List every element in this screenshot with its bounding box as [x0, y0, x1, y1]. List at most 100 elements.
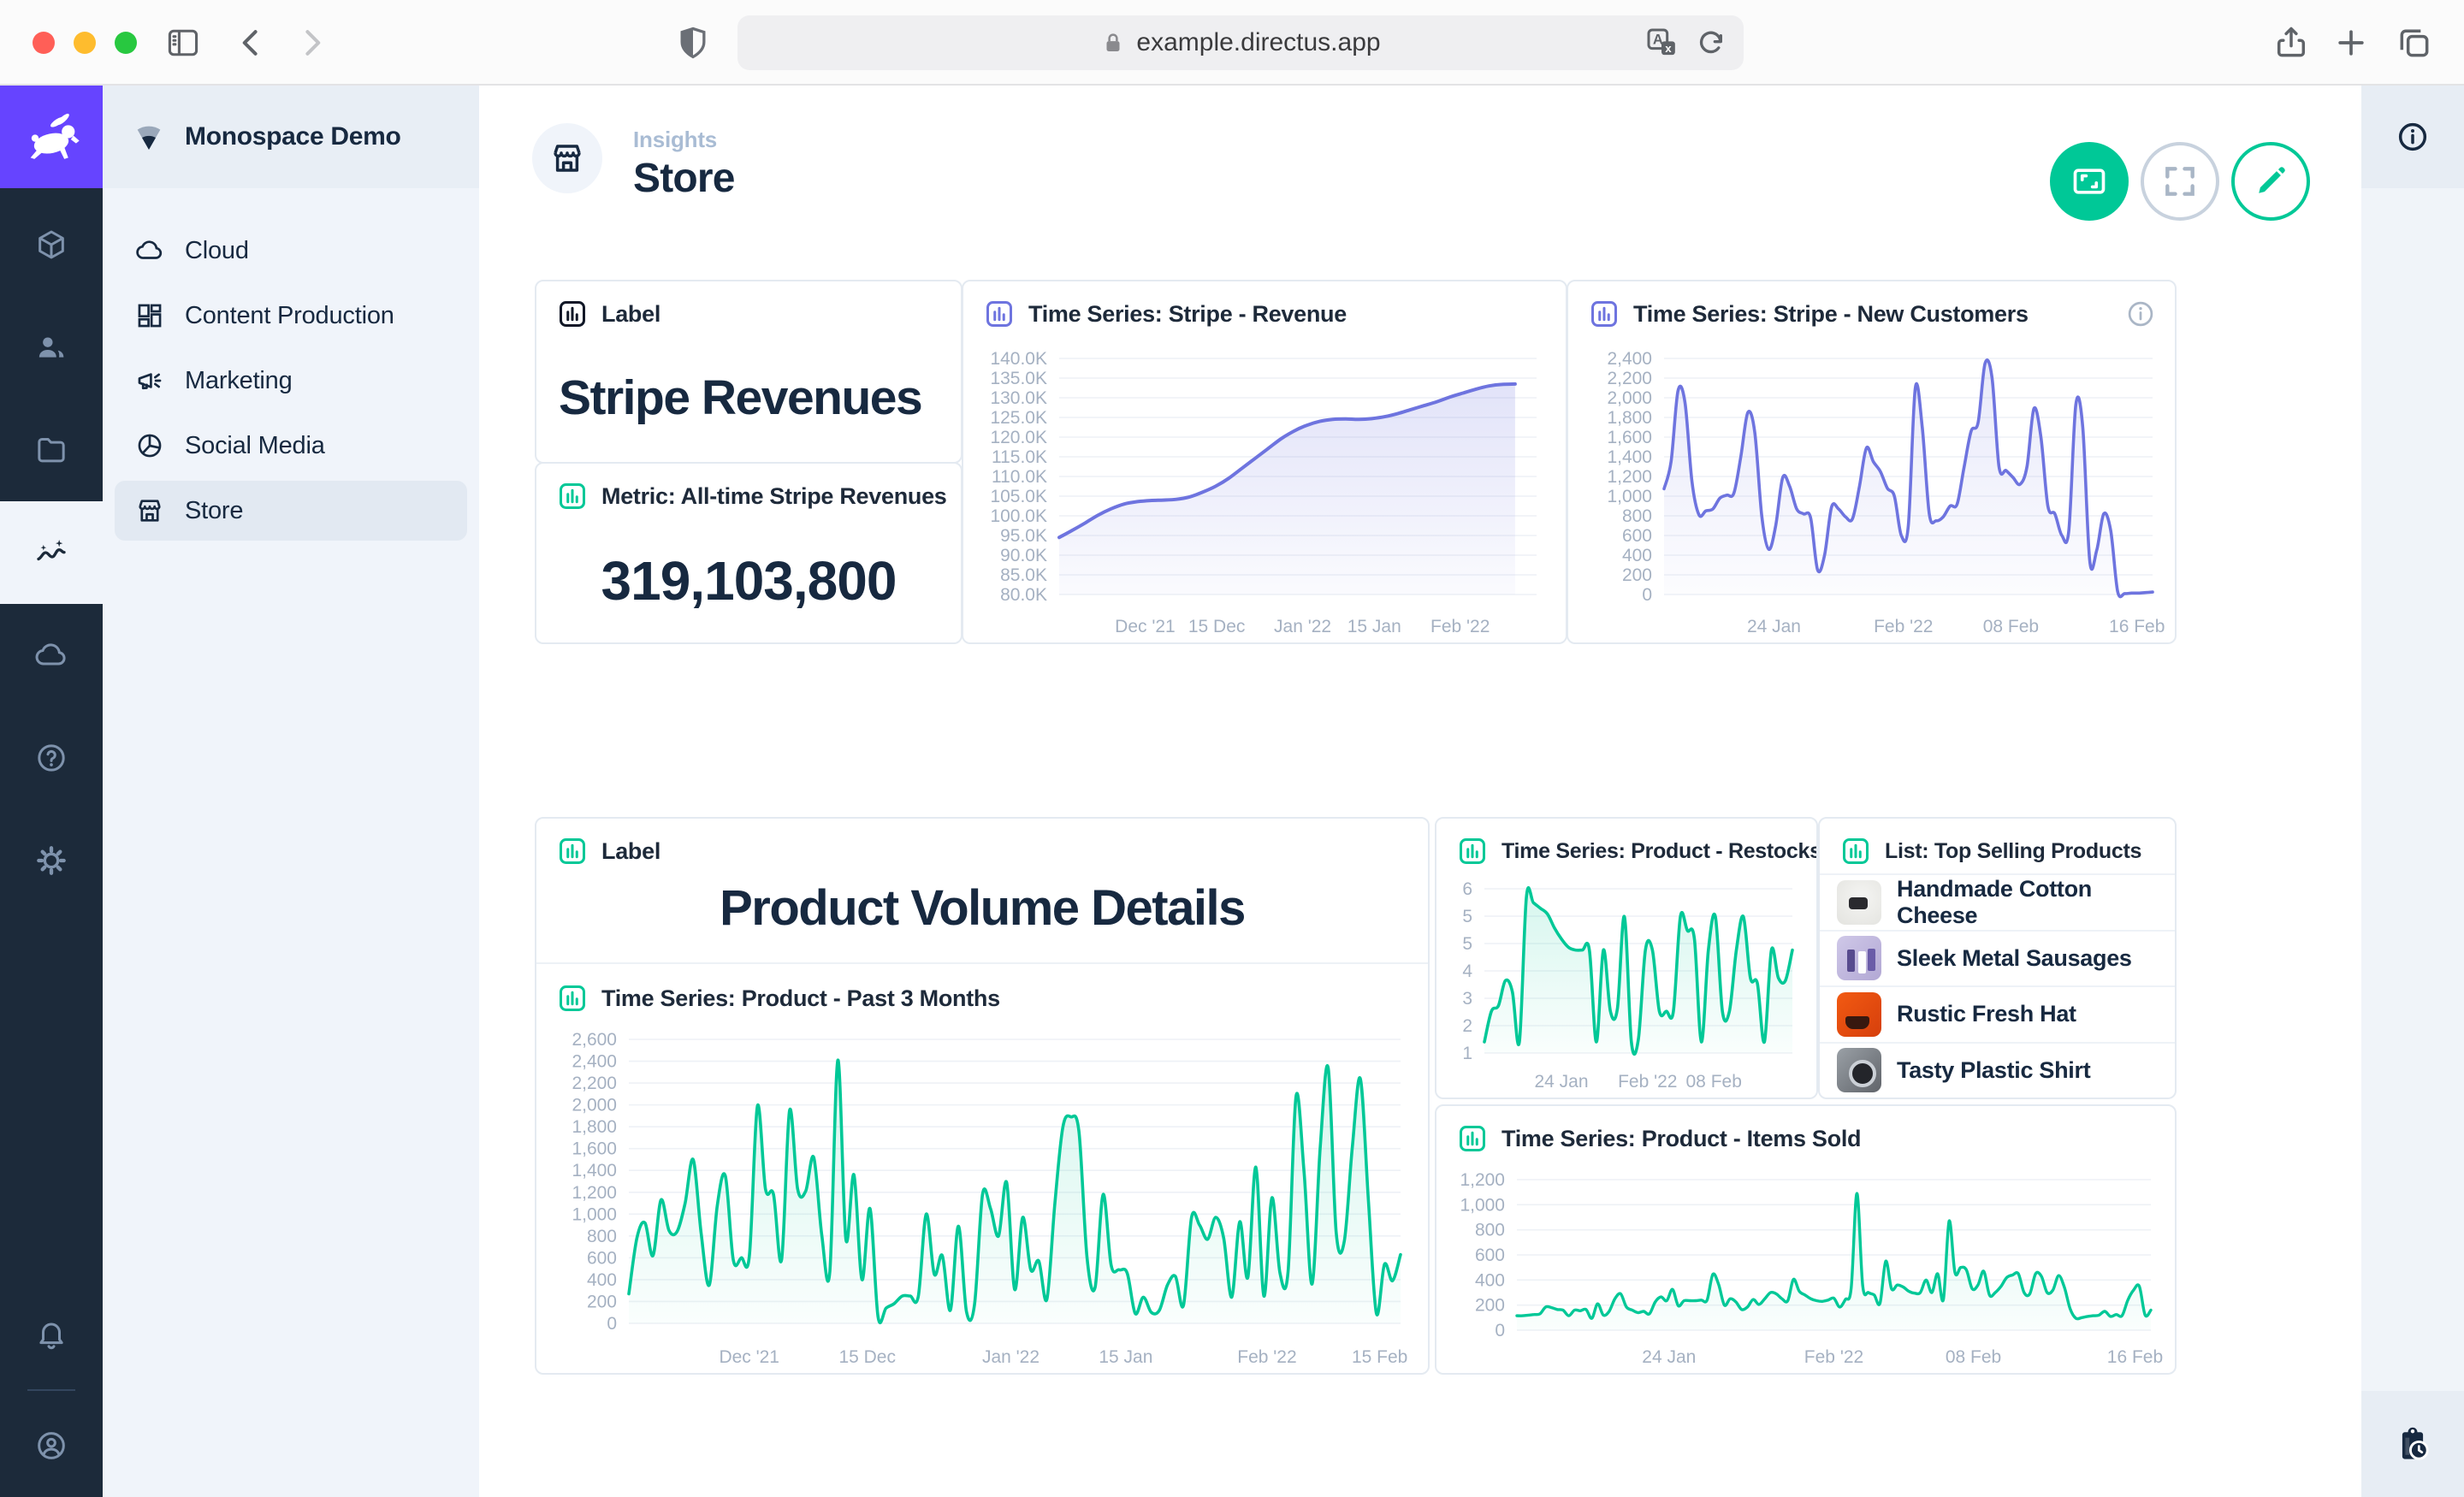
svg-text:80.0K: 80.0K — [1000, 585, 1047, 605]
sidebar-item-content-production[interactable]: Content Production — [115, 286, 467, 346]
module-cloud-icon[interactable] — [0, 604, 103, 707]
share-icon[interactable] — [2272, 24, 2310, 62]
edit-dashboard-button[interactable] — [2231, 142, 2310, 221]
svg-text:2,400: 2,400 — [572, 1052, 617, 1072]
page-title: Store — [633, 155, 735, 202]
window-controls[interactable] — [33, 32, 137, 54]
panel-header-label: Label — [601, 301, 660, 328]
panel-type-icon — [984, 299, 1015, 329]
svg-text:1,000: 1,000 — [1607, 487, 1652, 506]
project-switcher[interactable]: Monospace Demo — [103, 86, 479, 188]
list-panel-top-selling-products[interactable]: List: Top Selling Products Handmade Cott… — [1818, 817, 2177, 1099]
svg-text:08 Feb: 08 Feb — [1686, 1072, 1742, 1092]
zoom-window-button[interactable] — [115, 32, 137, 54]
svg-text:200: 200 — [587, 1292, 617, 1311]
module-users-icon[interactable] — [0, 296, 103, 399]
sidebar-item-store[interactable]: Store — [115, 481, 467, 541]
module-insights-icon[interactable] — [0, 501, 103, 604]
product-name: Rustic Fresh Hat — [1897, 1001, 2076, 1027]
chart-panel-stripe-new-customers[interactable]: Time Series: Stripe - New Customers 2,40… — [1567, 280, 2177, 644]
translate-icon[interactable]: Ax — [1644, 26, 1679, 60]
close-window-button[interactable] — [33, 32, 55, 54]
svg-text:110.0K: 110.0K — [992, 467, 1047, 487]
svg-text:1,000: 1,000 — [1460, 1195, 1505, 1215]
svg-text:08 Feb: 08 Feb — [1946, 1347, 2001, 1367]
chart-panel-product-items-sold[interactable]: Time Series: Product - Items Sold 1,2001… — [1435, 1104, 2177, 1375]
address-bar[interactable]: example.directus.app Ax — [737, 15, 1744, 70]
sidebar-toggle-icon[interactable] — [164, 24, 202, 62]
svg-text:Jan '22: Jan '22 — [982, 1347, 1040, 1367]
info-icon[interactable] — [2125, 299, 2156, 329]
svg-text:Feb '22: Feb '22 — [1618, 1072, 1677, 1092]
svg-text:Dec '21: Dec '21 — [719, 1347, 779, 1367]
svg-text:90.0K: 90.0K — [1000, 546, 1047, 565]
project-name: Monospace Demo — [185, 122, 401, 151]
svg-text:2,600: 2,600 — [572, 1030, 617, 1050]
rabbit-logo-icon — [19, 104, 84, 169]
module-settings-icon[interactable] — [0, 809, 103, 912]
svg-text:5: 5 — [1462, 907, 1472, 926]
svg-text:15 Jan: 15 Jan — [1099, 1347, 1152, 1367]
label-panel-stripe-revenues[interactable]: Label Stripe Revenues — [535, 280, 962, 464]
svg-text:0: 0 — [1642, 585, 1652, 605]
panel-header-label: Metric: All-time Stripe Revenues — [601, 483, 947, 510]
svg-text:125.0K: 125.0K — [990, 408, 1047, 428]
new-tab-icon[interactable] — [2332, 24, 2370, 62]
svg-text:600: 600 — [1622, 526, 1652, 546]
svg-text:1,000: 1,000 — [572, 1204, 617, 1224]
fit-view-button[interactable] — [2050, 142, 2129, 221]
list-item[interactable]: Sleek Metal Sausages — [1820, 930, 2175, 986]
module-files-icon[interactable] — [0, 399, 103, 501]
reload-icon[interactable] — [1694, 26, 1728, 60]
label-title: Product Volume Details — [536, 853, 1428, 962]
svg-text:4: 4 — [1462, 962, 1472, 981]
label-title: Stripe Revenues — [536, 333, 961, 462]
module-content-icon[interactable] — [0, 193, 103, 296]
dashboard-info-button[interactable] — [2361, 86, 2464, 188]
svg-text:400: 400 — [1475, 1270, 1505, 1290]
fullscreen-button[interactable] — [2141, 142, 2219, 221]
forward-button[interactable] — [293, 24, 330, 62]
sidebar-item-label: Content Production — [185, 302, 394, 330]
svg-text:15 Dec: 15 Dec — [1188, 617, 1246, 636]
svg-text:115.0K: 115.0K — [992, 447, 1047, 467]
sidebar-item-marketing[interactable]: Marketing — [115, 351, 467, 411]
activity-log-button[interactable] — [2361, 1391, 2464, 1497]
svg-text:1: 1 — [1462, 1044, 1472, 1063]
panel-header-label: Time Series: Product - Past 3 Months — [601, 985, 1000, 1012]
storefront-icon — [135, 496, 164, 525]
product-volume-panel[interactable]: Label Product Volume Details Time Series… — [535, 817, 1430, 1375]
user-avatar-icon[interactable] — [0, 1403, 103, 1488]
notifications-bell-icon[interactable] — [0, 1292, 103, 1377]
sidebar-item-social-media[interactable]: Social Media — [115, 416, 467, 476]
list-item[interactable]: Rustic Fresh Hat — [1820, 985, 2175, 1042]
back-button[interactable] — [233, 24, 270, 62]
svg-text:Feb '22: Feb '22 — [1430, 617, 1490, 636]
svg-text:2,000: 2,000 — [572, 1096, 617, 1115]
list-item[interactable]: Tasty Plastic Shirt — [1820, 1042, 2175, 1098]
lock-icon — [1100, 30, 1126, 56]
chart-panel-product-restocks[interactable]: Time Series: Product - Restocks 65543212… — [1435, 817, 1818, 1099]
svg-text:24 Jan: 24 Jan — [1642, 1347, 1696, 1367]
info-icon — [2396, 120, 2430, 154]
panel-header-label: Time Series: Stripe - Revenue — [1028, 301, 1347, 328]
list-item[interactable]: Handmade Cotton Cheese — [1820, 873, 2175, 930]
tab-overview-icon[interactable] — [2396, 24, 2433, 62]
screen: example.directus.app Ax — [0, 0, 2464, 1497]
directus-logo[interactable] — [0, 86, 103, 188]
svg-text:2: 2 — [1462, 1016, 1472, 1036]
clipboard-clock-icon — [2394, 1425, 2431, 1463]
chart-panel-stripe-revenue[interactable]: Time Series: Stripe - Revenue 140.0K135.… — [962, 280, 1567, 644]
svg-text:15 Dec: 15 Dec — [838, 1347, 896, 1367]
svg-text:200: 200 — [1475, 1296, 1505, 1316]
product-items-sold-chart: 1,2001,000800600400200024 JanFeb '2208 F… — [1436, 1159, 2175, 1373]
breadcrumb[interactable]: Insights — [633, 127, 735, 153]
svg-text:0: 0 — [1495, 1321, 1505, 1340]
module-help-icon[interactable] — [0, 707, 103, 809]
minimize-window-button[interactable] — [74, 32, 96, 54]
svg-text:24 Jan: 24 Jan — [1534, 1072, 1588, 1092]
metric-panel[interactable]: Metric: All-time Stripe Revenues 319,103… — [535, 462, 962, 644]
shield-icon[interactable] — [674, 24, 712, 62]
cloud-icon — [135, 236, 164, 265]
sidebar-item-cloud[interactable]: Cloud — [115, 221, 467, 281]
